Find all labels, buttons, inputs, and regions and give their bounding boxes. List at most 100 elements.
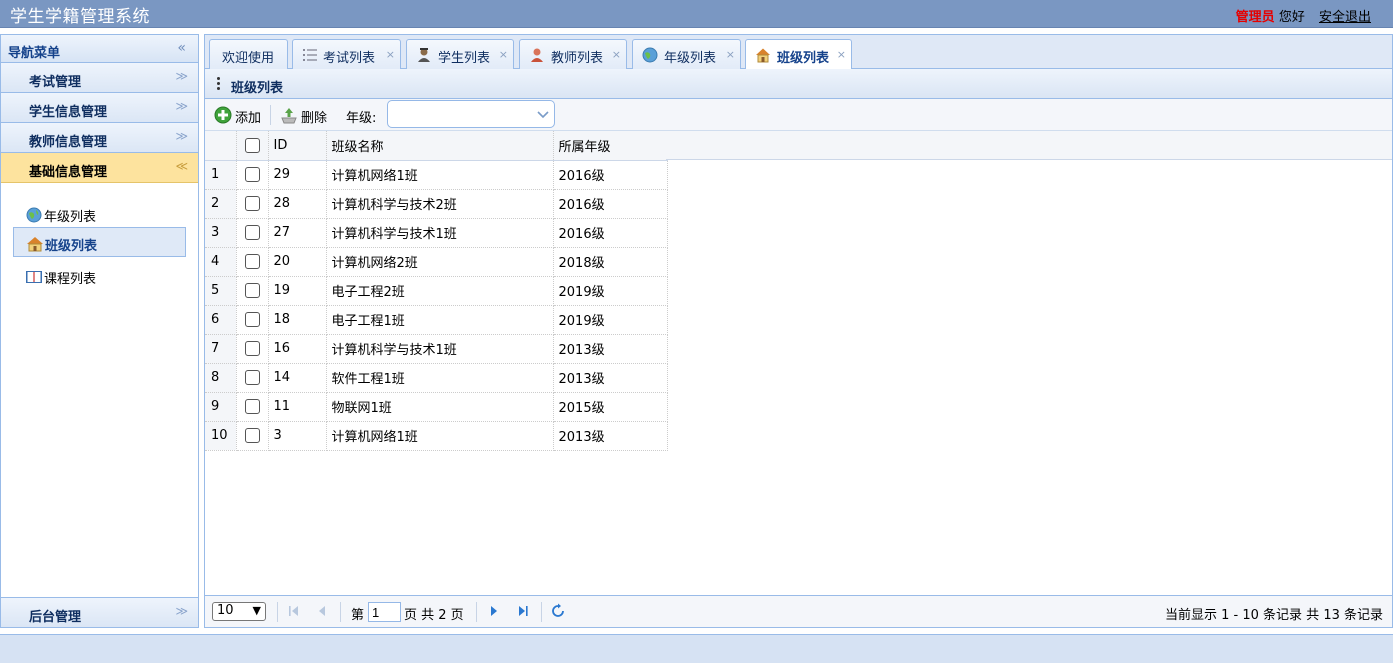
- table-row[interactable]: 5 19 电子工程2班 2019级: [205, 276, 668, 306]
- expand-icon: ≫: [175, 604, 188, 618]
- table-row[interactable]: 1 29 计算机网络1班 2016级: [205, 160, 668, 190]
- globe-icon: [26, 207, 42, 223]
- teacher-icon: [531, 48, 543, 62]
- cell-class-name: 计算机科学与技术1班: [326, 334, 554, 364]
- main-panel: 欢迎使用 考试列表 × 学生列表 × 教师列表 × 年级列表 × 班级列表 × …: [204, 34, 1393, 628]
- cell-id: 19: [268, 276, 327, 306]
- section-label: 考试管理: [29, 75, 82, 90]
- home-icon: [756, 48, 770, 63]
- row-checkbox[interactable]: [244, 428, 260, 443]
- next-page-icon[interactable]: [486, 603, 502, 619]
- row-number: 3: [205, 218, 237, 248]
- cell-id: 29: [268, 160, 327, 190]
- section-exam[interactable]: 考试管理 ≫: [1, 63, 198, 93]
- table-row[interactable]: 8 14 软件工程1班 2013级: [205, 363, 668, 393]
- column-header-name[interactable]: 班级名称: [326, 131, 554, 161]
- section-basic-info[interactable]: 基础信息管理 ≪: [1, 153, 198, 183]
- basic-info-submenu: 年级列表 班级列表 课程列表: [1, 183, 198, 589]
- select-all-checkbox[interactable]: [244, 137, 260, 153]
- cell-class-name: 电子工程1班: [326, 305, 554, 335]
- row-checkbox[interactable]: [244, 225, 260, 240]
- tab-exam-list[interactable]: 考试列表 ×: [292, 39, 401, 69]
- sidebar-header: 导航菜单 «: [1, 35, 198, 63]
- add-button[interactable]: 添加: [214, 104, 264, 126]
- first-page-icon[interactable]: [286, 603, 302, 619]
- nav-sidebar: 导航菜单 « 考试管理 ≫ 学生信息管理 ≫ 教师信息管理 ≫ 基础信息管理 ≪…: [0, 34, 199, 628]
- tab-teacher-list[interactable]: 教师列表 ×: [519, 39, 627, 69]
- row-checkbox[interactable]: [244, 341, 260, 356]
- row-checkbox[interactable]: [244, 399, 260, 414]
- chevron-down-icon: ▼: [252, 604, 261, 617]
- greeting: 您好: [1278, 10, 1305, 25]
- close-icon[interactable]: ×: [612, 48, 621, 61]
- close-icon[interactable]: ×: [726, 48, 735, 61]
- row-checkbox-cell: [236, 334, 269, 364]
- expand-icon: ≫: [175, 129, 188, 143]
- sidebar-item-course-list[interactable]: 课程列表: [13, 261, 186, 291]
- collapse-sidebar-icon[interactable]: «: [177, 40, 186, 56]
- table-row[interactable]: 3 27 计算机科学与技术1班 2016级: [205, 218, 668, 248]
- cell-grade: 2016级: [553, 189, 668, 219]
- pager-divider: [541, 602, 542, 622]
- last-page-icon[interactable]: [515, 603, 531, 619]
- close-icon[interactable]: ×: [837, 48, 846, 61]
- section-backend[interactable]: 后台管理 ≫: [1, 597, 198, 627]
- collapse-icon: ≪: [175, 159, 188, 173]
- close-icon[interactable]: ×: [386, 48, 395, 61]
- tab-student-list[interactable]: 学生列表 ×: [406, 39, 514, 69]
- row-checkbox-cell: [236, 363, 269, 393]
- tab-welcome[interactable]: 欢迎使用: [209, 39, 288, 69]
- table-row[interactable]: 2 28 计算机科学与技术2班 2016级: [205, 189, 668, 219]
- refresh-icon[interactable]: [550, 603, 566, 619]
- tab-grade-list[interactable]: 年级列表 ×: [632, 39, 741, 69]
- row-checkbox[interactable]: [244, 283, 260, 298]
- grade-filter-select[interactable]: [387, 100, 555, 128]
- tab-label: 教师列表: [551, 51, 604, 66]
- class-table: ID 班级名称 所属年级 1 29 计算机网络1班 2016级 2 28 计算机科学与技术2…: [205, 131, 668, 451]
- row-checkbox-cell: [236, 247, 269, 277]
- pagination-bar: 10 ▼ 第 页 共 2 页 当前显示 1 - 10 条记录 共 13 条记录: [205, 595, 1392, 627]
- record-count: 当前显示 1 - 10 条记录 共 13 条记录: [1165, 608, 1383, 623]
- cell-class-name: 计算机网络1班: [326, 160, 554, 190]
- section-teacher[interactable]: 教师信息管理 ≫: [1, 123, 198, 153]
- cell-id: 11: [268, 392, 327, 422]
- cell-grade: 2019级: [553, 305, 668, 335]
- column-header-id[interactable]: ID: [268, 131, 327, 161]
- add-label: 添加: [235, 111, 262, 126]
- page-number-input[interactable]: [368, 602, 401, 622]
- table-row[interactable]: 7 16 计算机科学与技术1班 2013级: [205, 334, 668, 364]
- cell-class-name: 计算机科学与技术1班: [326, 218, 554, 248]
- table-row[interactable]: 4 20 计算机网络2班 2018级: [205, 247, 668, 277]
- row-checkbox[interactable]: [244, 370, 260, 385]
- row-number: 9: [205, 392, 237, 422]
- cell-grade: 2016级: [553, 218, 668, 248]
- prev-page-icon[interactable]: [314, 603, 330, 619]
- row-checkbox-cell: [236, 160, 269, 190]
- row-checkbox[interactable]: [244, 254, 260, 269]
- table-row[interactable]: 10 3 计算机网络1班 2013级: [205, 421, 668, 451]
- table-row[interactable]: 6 18 电子工程1班 2019级: [205, 305, 668, 335]
- user-area: 管理员 您好 安全退出: [1236, 6, 1371, 25]
- sidebar-item-class-list[interactable]: 班级列表: [13, 227, 186, 257]
- row-checkbox[interactable]: [244, 312, 260, 327]
- section-student[interactable]: 学生信息管理 ≫: [1, 93, 198, 123]
- toolbar-divider: [270, 105, 271, 125]
- row-checkbox[interactable]: [244, 167, 260, 182]
- tab-label: 学生列表: [438, 51, 491, 66]
- delete-label: 删除: [301, 111, 328, 126]
- row-number: 4: [205, 247, 237, 277]
- cell-class-name: 计算机科学与技术2班: [326, 189, 554, 219]
- tab-class-list[interactable]: 班级列表 ×: [745, 39, 852, 70]
- cell-grade: 2018级: [553, 247, 668, 277]
- delete-icon: [281, 108, 297, 124]
- row-number: 1: [205, 160, 237, 190]
- close-icon[interactable]: ×: [499, 48, 508, 61]
- table-row[interactable]: 9 11 物联网1班 2015级: [205, 392, 668, 422]
- page-size-select[interactable]: 10 ▼: [212, 602, 266, 621]
- logout-link[interactable]: 安全退出: [1319, 10, 1371, 25]
- globe-icon: [642, 47, 658, 63]
- column-header-grade[interactable]: 所属年级: [553, 131, 668, 161]
- row-checkbox[interactable]: [244, 196, 260, 211]
- sidebar-item-grade-list[interactable]: 年级列表: [13, 199, 186, 229]
- delete-button[interactable]: 删除: [280, 104, 330, 126]
